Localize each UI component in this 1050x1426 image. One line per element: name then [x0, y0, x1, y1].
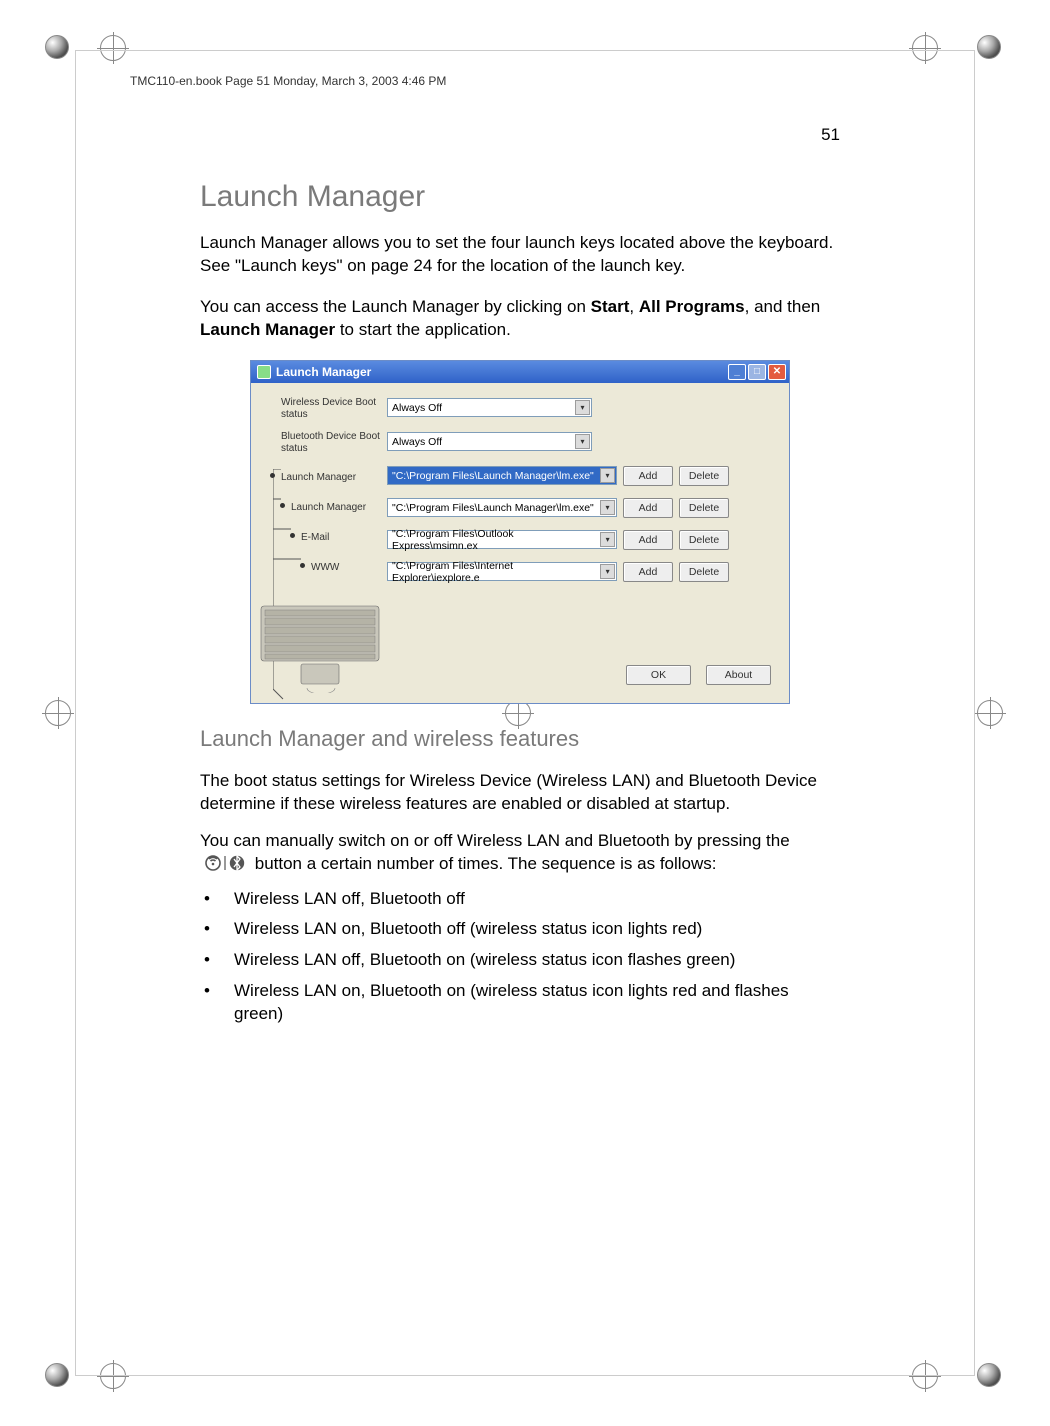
text: button a certain number of times. The se…	[255, 854, 717, 873]
minimize-button[interactable]: _	[728, 364, 746, 380]
key-path-combo-2[interactable]: "C:\Program Files\Outlook Express\msimn.…	[387, 530, 617, 549]
maximize-button[interactable]: □	[748, 364, 766, 380]
delete-button[interactable]: Delete	[679, 530, 729, 550]
delete-button[interactable]: Delete	[679, 562, 729, 582]
heading-wireless-features: Launch Manager and wireless features	[200, 726, 840, 752]
wireless-para-1: The boot status settings for Wireless De…	[200, 770, 840, 816]
intro-paragraph: Launch Manager allows you to set the fou…	[200, 232, 840, 278]
bold-all-programs: All Programs	[639, 297, 745, 316]
list-item: Wireless LAN off, Bluetooth on (wireless…	[200, 949, 840, 972]
running-head: TMC110-en.book Page 51 Monday, March 3, …	[130, 74, 446, 88]
bluetooth-boot-label: Bluetooth Device Boot status	[263, 429, 387, 463]
add-button[interactable]: Add	[623, 562, 673, 582]
bluetooth-boot-combo[interactable]: Always Off ▾	[387, 432, 592, 451]
keyboard-illustration	[259, 598, 384, 693]
key-path-combo-1[interactable]: "C:\Program Files\Launch Manager\lm.exe"…	[387, 498, 617, 517]
text: , and then	[745, 297, 821, 316]
chevron-down-icon: ▾	[600, 532, 615, 547]
text: You can manually switch on or off Wirele…	[200, 831, 790, 850]
access-paragraph: You can access the Launch Manager by cli…	[200, 296, 840, 342]
combo-value: "C:\Program Files\Internet Explorer\iexp…	[392, 560, 600, 584]
about-button[interactable]: About	[706, 665, 771, 685]
chevron-down-icon: ▾	[600, 564, 615, 579]
key-label-2: E-Mail	[301, 532, 329, 543]
list-item: Wireless LAN on, Bluetooth off (wireless…	[200, 918, 840, 941]
bold-launch-manager: Launch Manager	[200, 320, 335, 339]
combo-value: Always Off	[392, 436, 442, 448]
text: You can access the Launch Manager by cli…	[200, 297, 591, 316]
add-button[interactable]: Add	[623, 498, 673, 518]
text: to start the application.	[335, 320, 511, 339]
launch-manager-screenshot: Launch Manager _ □ ✕ Wireless Device Boo…	[250, 360, 790, 704]
chevron-down-icon: ▾	[575, 434, 590, 449]
delete-button[interactable]: Delete	[679, 498, 729, 518]
sequence-list: Wireless LAN off, Bluetooth off Wireless…	[200, 888, 840, 1027]
heading-launch-manager: Launch Manager	[200, 180, 840, 214]
combo-value: "C:\Program Files\Outlook Express\msimn.…	[392, 528, 600, 552]
app-icon	[257, 365, 271, 379]
delete-button[interactable]: Delete	[679, 466, 729, 486]
add-button[interactable]: Add	[623, 466, 673, 486]
text: ,	[629, 297, 638, 316]
key-label-3: WWW	[311, 562, 339, 573]
key-label-1: Launch Manager	[291, 502, 366, 513]
key-label-0: Launch Manager	[281, 472, 356, 483]
page-number: 51	[821, 125, 840, 145]
wireless-boot-label: Wireless Device Boot status	[263, 395, 387, 429]
key-path-combo-0[interactable]: "C:\Program Files\Launch Manager\lm.exe"…	[387, 466, 617, 485]
ok-button[interactable]: OK	[626, 665, 691, 685]
combo-value: "C:\Program Files\Launch Manager\lm.exe"	[392, 502, 594, 514]
chevron-down-icon: ▾	[600, 468, 615, 483]
chevron-down-icon: ▾	[600, 500, 615, 515]
add-button[interactable]: Add	[623, 530, 673, 550]
combo-value: Always Off	[392, 402, 442, 414]
window-title: Launch Manager	[276, 365, 371, 379]
wireless-bluetooth-button-icon	[200, 853, 250, 876]
titlebar: Launch Manager _ □ ✕	[251, 361, 789, 383]
wireless-boot-combo[interactable]: Always Off ▾	[387, 398, 592, 417]
chevron-down-icon: ▾	[575, 400, 590, 415]
combo-value: "C:\Program Files\Launch Manager\lm.exe"	[392, 470, 594, 482]
wireless-para-2: You can manually switch on or off Wirele…	[200, 830, 840, 876]
list-item: Wireless LAN off, Bluetooth off	[200, 888, 840, 911]
list-item: Wireless LAN on, Bluetooth on (wireless …	[200, 980, 840, 1026]
close-button[interactable]: ✕	[768, 364, 786, 380]
key-path-combo-3[interactable]: "C:\Program Files\Internet Explorer\iexp…	[387, 562, 617, 581]
bold-start: Start	[591, 297, 630, 316]
